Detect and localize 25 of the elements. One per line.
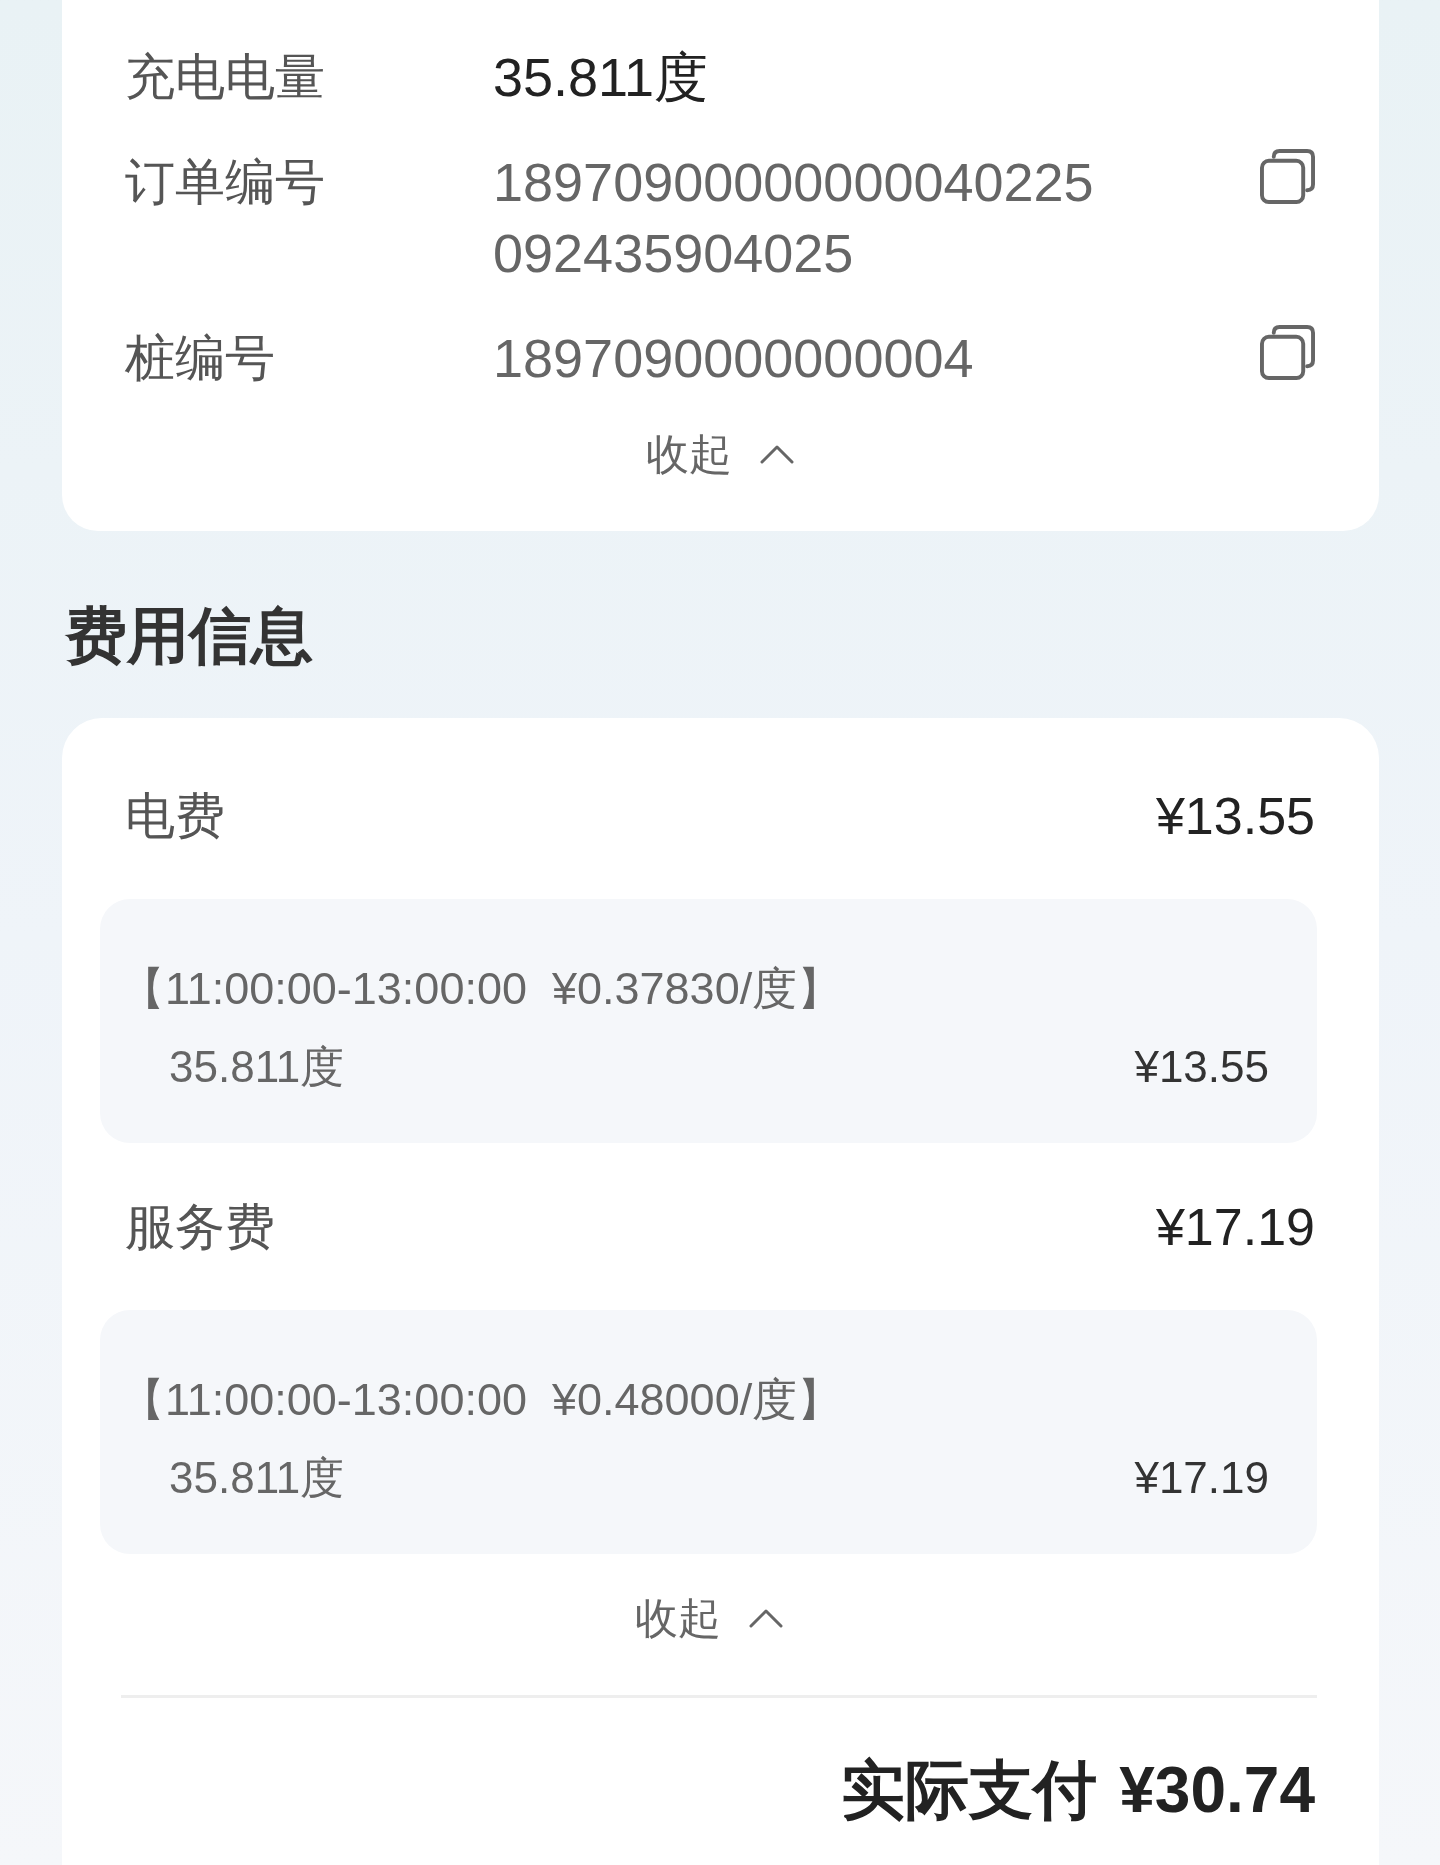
row-label: 桩编号 (125, 329, 276, 388)
chevron-up-icon (760, 444, 794, 464)
quantity-text: 35.811度 (169, 1452, 345, 1504)
fee-amount: ¥17.19 (1155, 1197, 1315, 1258)
rate-period-text: 【11:00:00-13:00:00 ¥0.48000/度】 (120, 1373, 843, 1427)
fee-label: 服务费 (125, 1198, 275, 1257)
chevron-up-icon (748, 1608, 783, 1628)
quantity-text: 35.811度 (169, 1041, 345, 1093)
copy-icon[interactable] (1260, 325, 1315, 380)
id-number: 18970900000000040225 092435904025 (493, 151, 1094, 285)
section-title: 费用信息 (65, 600, 314, 672)
fee-label: 电费 (125, 787, 225, 846)
row-value: 35.811度 (493, 46, 709, 109)
collapse-button[interactable]: 收起 (646, 424, 794, 484)
detail-amount: ¥17.19 (1134, 1452, 1269, 1504)
fee-amount: ¥13.55 (1155, 786, 1315, 847)
id-number: 1897090000000004 (493, 327, 974, 390)
row-label: 充电电量 (125, 48, 326, 107)
row-label: 订单编号 (125, 153, 326, 212)
detail-amount: ¥13.55 (1134, 1041, 1269, 1093)
total-amount: ¥30.74 (1119, 1753, 1315, 1828)
copy-icon[interactable] (1260, 149, 1315, 204)
collapse-button[interactable]: 收起 (634, 1588, 783, 1648)
total-label: 实际支付 (841, 1753, 1098, 1828)
rate-period-text: 【11:00:00-13:00:00 ¥0.37830/度】 (120, 962, 843, 1016)
